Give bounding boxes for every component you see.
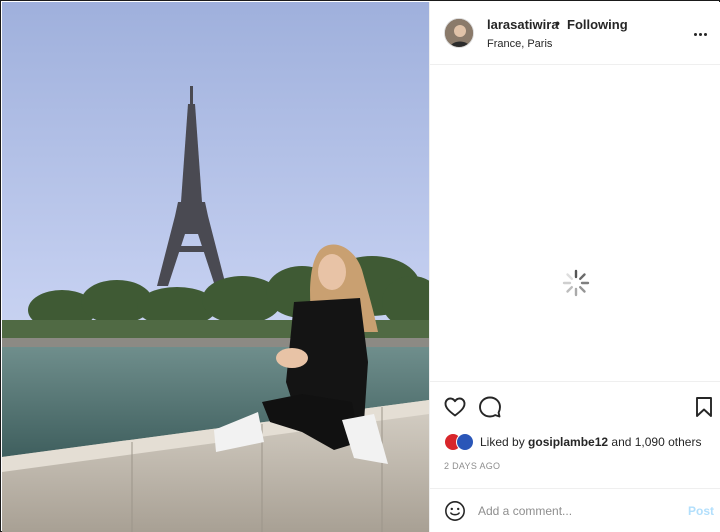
post-date[interactable]: 2 DAYS AGO <box>444 461 500 471</box>
avatar[interactable] <box>444 18 474 48</box>
post-header: larasatiwira • Following France, Paris <box>430 2 720 65</box>
loading-spinner-icon <box>562 269 590 297</box>
post-photo[interactable] <box>2 2 429 532</box>
instagram-post-window: larasatiwira • Following France, Paris L… <box>0 0 720 532</box>
post-comment-button[interactable]: Post <box>688 504 714 518</box>
separator-dot: • <box>555 15 560 31</box>
comments-area <box>430 65 720 381</box>
comment-input[interactable] <box>478 499 678 523</box>
location-link[interactable]: France, Paris <box>487 38 552 50</box>
add-comment-bar: Post <box>430 488 720 532</box>
likes-prefix: Liked by <box>480 435 529 449</box>
following-button[interactable]: Following <box>567 17 628 32</box>
liker-avatar <box>456 433 474 451</box>
avatar-image <box>445 19 473 47</box>
emoji-icon[interactable] <box>444 500 466 522</box>
more-options-icon[interactable] <box>690 24 710 44</box>
likes-summary[interactable]: Liked by gosiplambe12 and 1,090 others <box>444 432 701 452</box>
photo-eiffel-tower-scene <box>2 2 429 532</box>
username-link[interactable]: larasatiwira <box>487 17 559 32</box>
comment-icon[interactable] <box>478 395 502 419</box>
heart-icon[interactable] <box>443 395 467 419</box>
post-sidebar: larasatiwira • Following France, Paris L… <box>429 2 720 532</box>
likes-others[interactable]: and 1,090 others <box>608 435 701 449</box>
likes-text: Liked by gosiplambe12 and 1,090 others <box>480 435 701 449</box>
bookmark-icon[interactable] <box>692 395 716 419</box>
post-actions: Liked by gosiplambe12 and 1,090 others 2… <box>430 381 720 488</box>
liked-by-user-link[interactable]: gosiplambe12 <box>528 435 608 449</box>
